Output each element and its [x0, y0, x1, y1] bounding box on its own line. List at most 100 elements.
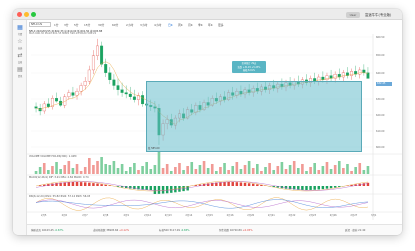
status-index[interactable]: 纳斯达克 16103.45 -0.67%: [31, 228, 63, 232]
rsi-panel-label: RSI(6,12,24) RSI1: 55.82 RSI2: 57.14 RSI…: [29, 195, 91, 198]
volume-panel-label: VOLUME VOLUME HOLDS(300): 1.42M: [29, 155, 77, 158]
volume-bar: [34, 171, 38, 174]
date-axis-label: 2月14: [185, 214, 193, 217]
volume-bar: [342, 168, 345, 174]
candle-body: [141, 95, 145, 105]
volume-bar: [223, 163, 226, 174]
macd-histogram-bar: [227, 182, 230, 186]
chart-area: NFLX.US 1分 3分 5分 15分 30分 60分 2小时 3小时 4小时 日K 周K 月K 季K…: [27, 20, 402, 235]
candle-body: [124, 92, 128, 95]
macd-histogram-bar: [329, 186, 333, 189]
range-selection[interactable]: [146, 81, 362, 152]
minimize-window-button[interactable]: [24, 12, 29, 17]
date-axis-label: 2月13: [164, 214, 172, 217]
volume-bar: [137, 170, 140, 174]
volume-bar: [239, 169, 243, 174]
volume-bar: [202, 161, 206, 174]
candle-body: [325, 75, 329, 81]
macd-histogram-bar: [165, 186, 169, 194]
news-icon[interactable]: ▤: [16, 66, 24, 74]
macd-histogram-bar: [284, 186, 288, 189]
candle-body: [358, 69, 362, 75]
volume-bar: [288, 165, 292, 174]
rsi-line: [35, 197, 369, 211]
volume-bar: [112, 161, 116, 174]
app-title: 富途牛牛(专业版): [365, 12, 392, 17]
user-button[interactable]: User: [346, 11, 360, 18]
volume-bar: [264, 167, 267, 174]
volume-bar: [79, 171, 83, 174]
volume-bar: [215, 171, 218, 174]
date-axis-label: 2月27: [350, 214, 358, 217]
macd-histogram-bar: [305, 186, 308, 190]
volume-bar: [305, 171, 308, 174]
chart-icon[interactable]: ▦: [16, 24, 24, 32]
trade-icon[interactable]: ⇄: [16, 52, 24, 60]
candle-body: [350, 71, 354, 76]
candle-body: [112, 79, 116, 86]
volume-bar: [186, 166, 189, 174]
volume-bar: [366, 166, 370, 174]
macd-histogram-bar: [260, 184, 263, 186]
volume-bar: [128, 167, 132, 174]
volume-bar: [92, 165, 95, 174]
volume-bar: [42, 163, 46, 174]
volume-bar: [227, 170, 230, 174]
volume-bar: [83, 167, 87, 174]
sidebar: ▦ 行情 ☆ 自选 ⇄ 交易 ▤ 资讯: [13, 20, 27, 235]
macd-histogram-bar: [219, 182, 222, 186]
volume-bar: [182, 170, 185, 174]
macd-histogram-bar: [79, 182, 83, 186]
candle-body: [362, 69, 366, 73]
macd-histogram-bar: [178, 186, 181, 192]
volume-bar: [296, 168, 300, 174]
macd-histogram-bar: [247, 183, 251, 186]
maximize-window-button[interactable]: [31, 12, 36, 17]
volume-bar: [313, 163, 316, 174]
volume-bar: [141, 166, 144, 174]
status-index[interactable]: 道琼斯指数 38905.66 +0.12%: [93, 228, 129, 232]
candle-body: [120, 89, 124, 93]
macd-histogram-bar: [231, 182, 234, 186]
candle-body: [366, 72, 370, 79]
status-index[interactable]: 恒生指数 16720.89 +0.05%: [219, 228, 253, 232]
candle-body: [116, 85, 120, 90]
macd-histogram-bar: [83, 182, 87, 186]
close-window-button[interactable]: [17, 12, 22, 17]
volume-bar: [51, 166, 54, 174]
volume-bar: [276, 166, 280, 174]
watchlist-icon[interactable]: ☆: [16, 38, 24, 46]
volume-bar: [358, 163, 362, 174]
volume-bar: [317, 170, 321, 174]
date-axis-label: 2月23: [309, 214, 317, 217]
macd-histogram-bar: [75, 182, 79, 186]
volume-bar: [71, 168, 75, 174]
macd-histogram-bar: [321, 186, 325, 190]
volume-bar: [124, 171, 128, 174]
date-axis-label: 2月8: [102, 214, 109, 217]
candle-body: [83, 81, 87, 86]
macd-histogram-bar: [71, 182, 75, 186]
volume-bar: [38, 167, 42, 174]
volume-bar: [190, 162, 194, 174]
macd-histogram-bar: [301, 186, 304, 190]
price-axis-label: 660.50: [376, 36, 385, 39]
candle-body: [132, 96, 136, 100]
date-axis-label: 2月12: [144, 214, 152, 217]
candle-body: [46, 103, 50, 107]
macd-histogram-bar: [350, 184, 353, 186]
volume-bar: [63, 165, 67, 174]
candle-body: [79, 85, 83, 92]
macd-histogram-bar: [145, 186, 148, 190]
date-axis-label: 2月21: [267, 214, 275, 217]
macd-histogram-bar: [96, 183, 99, 186]
range-low-label: 低 585.00: [148, 147, 160, 150]
volume-bar: [145, 162, 148, 174]
candle-body: [104, 64, 108, 73]
macd-histogram-bar: [149, 186, 153, 190]
volume-bar: [133, 163, 136, 174]
volume-bar: [337, 161, 341, 174]
macd-histogram-bar: [157, 186, 161, 194]
volume-bar: [301, 164, 304, 174]
status-index[interactable]: 标普500 5117.09 -0.65%: [159, 228, 190, 232]
